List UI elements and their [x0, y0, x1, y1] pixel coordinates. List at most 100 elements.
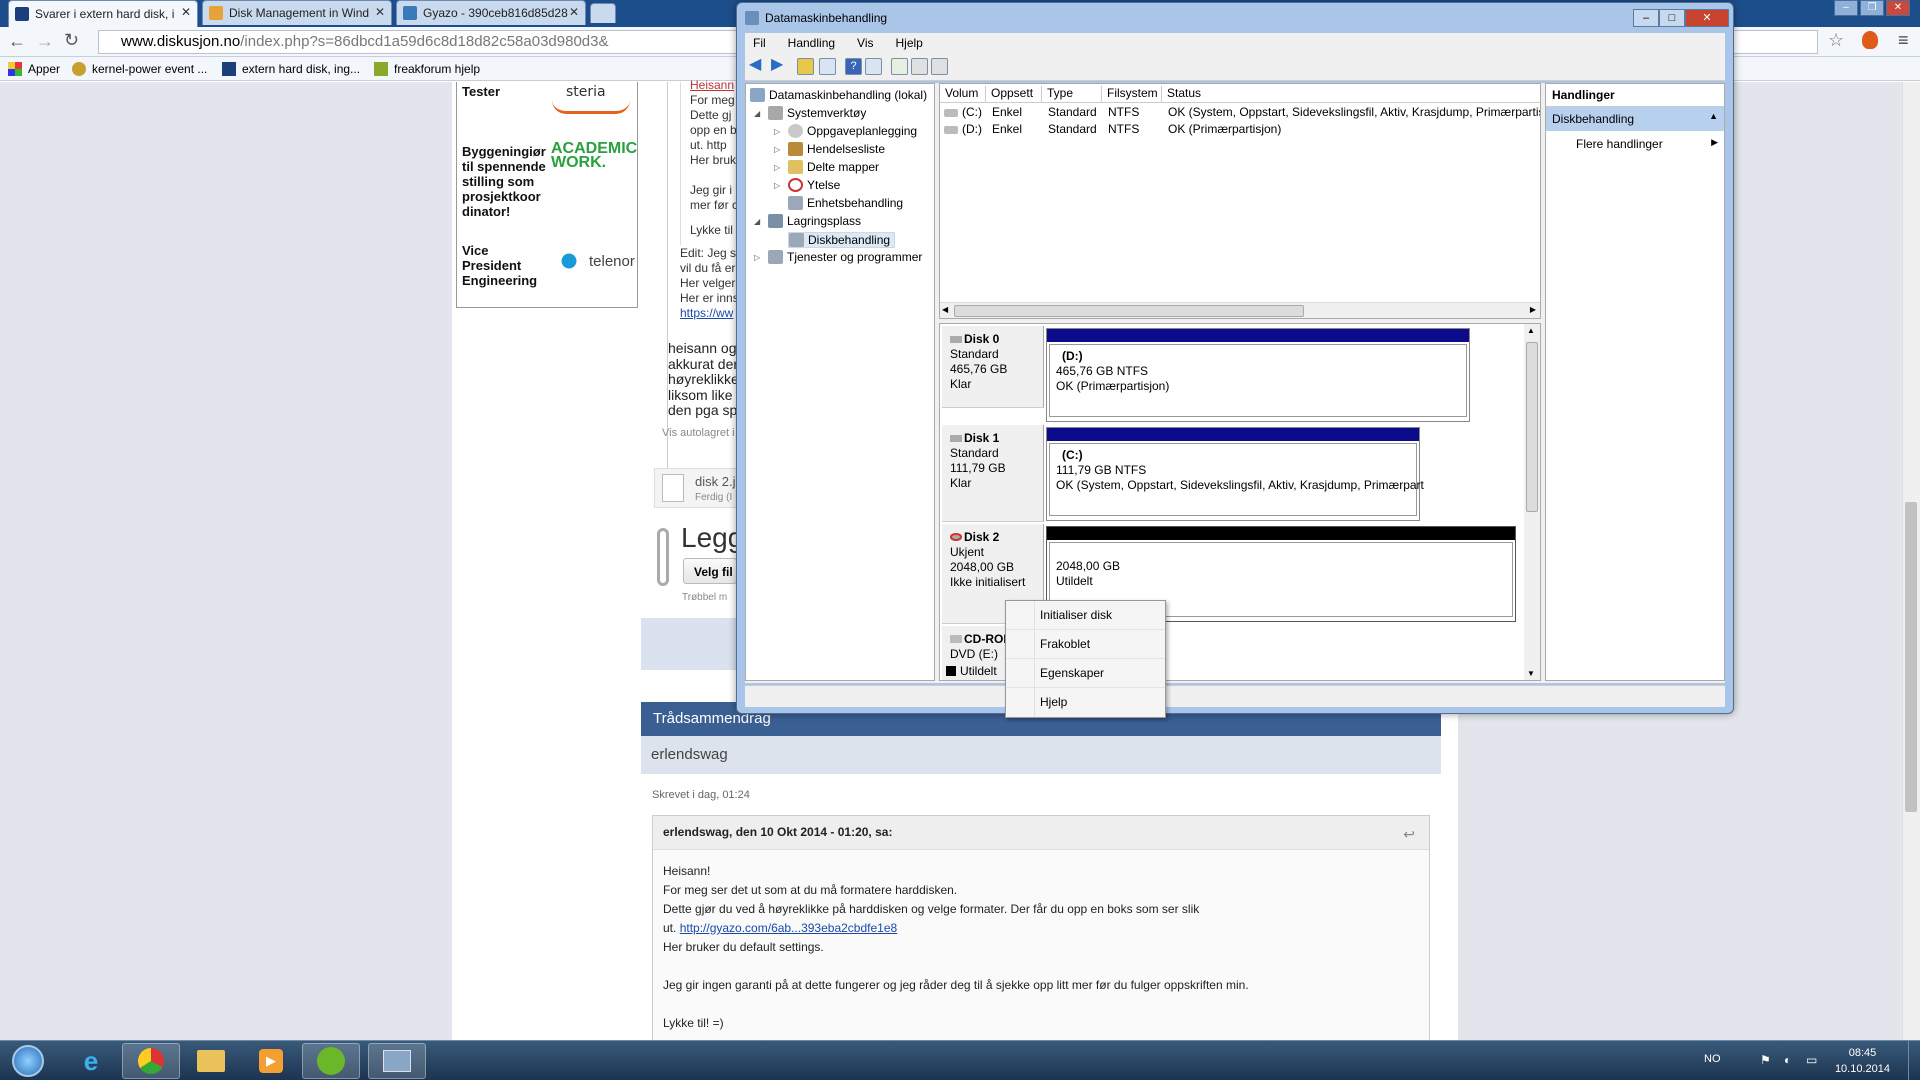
show-desktop-button[interactable]: [1908, 1041, 1920, 1080]
summary-username[interactable]: erlendswag: [641, 736, 1441, 774]
ad-text[interactable]: Byggeningiør til spennende stilling som …: [462, 144, 548, 219]
expand-arrow-icon[interactable]: ▷: [754, 253, 764, 262]
menu-offline[interactable]: Frakoblet: [1006, 630, 1165, 659]
tree-disk-management[interactable]: Diskbehandling: [788, 232, 896, 248]
menu-file[interactable]: Fil: [753, 33, 766, 53]
action-pane-icon[interactable]: [865, 58, 882, 75]
menu-initialize-disk[interactable]: Initialiser disk: [1006, 601, 1165, 630]
close-icon[interactable]: ✕: [375, 5, 385, 19]
bookmark-freakforum[interactable]: freakforum hjelp: [374, 62, 480, 76]
col-type[interactable]: Type: [1042, 86, 1102, 102]
steria-logo[interactable]: steria: [566, 84, 606, 100]
menu-view[interactable]: Vis: [857, 33, 873, 53]
volume-row[interactable]: (D:) Enkel Standard NTFS OK (Primærparti…: [940, 121, 1540, 138]
partition-d[interactable]: (D:) 465,76 GB NTFS OK (Primærpartisjon): [1046, 328, 1470, 422]
menu-help[interactable]: Hjelp: [896, 33, 923, 53]
tree-storage[interactable]: ◢ Lagringsplass: [754, 214, 861, 228]
bookmark-extern-hard-disk[interactable]: extern hard disk, ing...: [222, 62, 360, 76]
language-indicator[interactable]: NO: [1704, 1053, 1721, 1065]
ad-text[interactable]: Tester: [462, 84, 542, 99]
partition-c[interactable]: (C:) 111,79 GB NTFS OK (System, Oppstart…: [1046, 427, 1424, 521]
volume-list-hscrollbar[interactable]: ◀ ▶: [940, 302, 1540, 318]
disk-view-vscrollbar[interactable]: ▲ ▼: [1524, 324, 1540, 680]
back-arrow-icon[interactable]: ←: [8, 31, 26, 52]
forward-arrow-icon[interactable]: →: [36, 31, 54, 52]
reply-draft-text[interactable]: heisann og akkurat der høyreklikke likso…: [668, 340, 739, 419]
refresh-icon[interactable]: [891, 58, 908, 75]
reload-icon[interactable]: ↻: [64, 30, 79, 51]
maximize-button[interactable]: □: [1659, 9, 1685, 27]
forward-arrow-icon[interactable]: ▶: [771, 57, 788, 75]
scroll-left-icon[interactable]: ◀: [942, 305, 948, 314]
expand-arrow-icon[interactable]: ▷: [774, 181, 784, 190]
minimize-button[interactable]: –: [1834, 0, 1858, 16]
volume-muted-icon[interactable]: ◐: [1784, 1053, 1791, 1067]
autosave-link[interactable]: Vis autolagret i: [662, 427, 735, 439]
scroll-down-icon[interactable]: ▼: [1527, 669, 1535, 678]
hscroll-thumb[interactable]: [954, 305, 1304, 317]
actions-section[interactable]: Diskbehandling ▲: [1546, 107, 1724, 131]
col-layout[interactable]: Oppsett: [986, 86, 1042, 102]
maximize-button[interactable]: ❐: [1860, 0, 1884, 16]
disk-0-label[interactable]: Disk 0 Standard 465,76 GB Klar: [942, 326, 1044, 408]
back-arrow-icon[interactable]: ◀: [749, 57, 766, 75]
trouble-link[interactable]: Trøbbel m: [682, 592, 727, 603]
taskbar-computer-management[interactable]: [368, 1043, 426, 1079]
col-volume[interactable]: Volum: [940, 86, 986, 102]
tab-disk-management[interactable]: Disk Management in Wind ✕: [202, 0, 392, 25]
expand-arrow-icon[interactable]: ▷: [774, 127, 784, 136]
collapse-arrow-icon[interactable]: ◢: [754, 217, 764, 226]
expand-arrow-icon[interactable]: ▷: [774, 145, 784, 154]
close-icon[interactable]: ✕: [181, 5, 191, 19]
up-folder-icon[interactable]: [797, 58, 814, 75]
tab-gyazo[interactable]: Gyazo - 390ceb816d85d28 ✕: [396, 0, 586, 25]
network-icon[interactable]: ▭: [1806, 1053, 1817, 1067]
taskbar-chrome[interactable]: [122, 1043, 180, 1079]
taskbar-spotify[interactable]: [302, 1043, 360, 1079]
extension-flame-icon[interactable]: [1862, 31, 1878, 49]
menu-properties[interactable]: Egenskaper: [1006, 659, 1165, 688]
scroll-up-icon[interactable]: ▲: [1527, 326, 1535, 335]
close-icon[interactable]: ✕: [569, 5, 579, 19]
bookmark-star-icon[interactable]: ☆: [1828, 30, 1844, 51]
menu-icon[interactable]: ≡: [1898, 30, 1909, 51]
volume-row[interactable]: (C:) Enkel Standard NTFS OK (System, Opp…: [940, 104, 1540, 121]
fragment-line[interactable]: https://ww: [680, 306, 739, 321]
flag-icon[interactable]: ⚑: [1760, 1053, 1771, 1067]
tab-svarer[interactable]: Svarer i extern hard disk, i ✕: [8, 0, 198, 27]
taskbar-ie[interactable]: e: [62, 1043, 120, 1079]
properties-icon[interactable]: [911, 58, 928, 75]
more-actions[interactable]: Flere handlinger ▶: [1546, 131, 1724, 157]
page-scrollbar[interactable]: [1902, 82, 1920, 1040]
disk-1-label[interactable]: Disk 1 Standard 111,79 GB Klar: [942, 425, 1044, 522]
bookmark-apps[interactable]: Apper: [8, 62, 60, 76]
clock[interactable]: 08:45 10.10.2014: [1835, 1045, 1890, 1077]
tree-event-viewer[interactable]: ▷ Hendelsesliste: [774, 142, 885, 156]
close-button[interactable]: ✕: [1886, 0, 1910, 16]
close-button[interactable]: ✕: [1685, 9, 1729, 27]
bookmark-kernel-power[interactable]: kernel-power event ...: [72, 62, 207, 76]
tree-system-tools[interactable]: ◢ Systemverktøy: [754, 106, 866, 120]
reply-arrow-icon[interactable]: ↩: [1403, 826, 1415, 843]
start-button[interactable]: [4, 1043, 52, 1079]
menu-help[interactable]: Hjelp: [1006, 688, 1165, 717]
new-tab-button[interactable]: [590, 3, 616, 23]
tree-task-scheduler[interactable]: ▷ Oppgaveplanlegging: [774, 124, 917, 138]
academic-work-logo[interactable]: ACADEMIC WORK.: [551, 141, 637, 171]
scrollbar-thumb[interactable]: [1905, 502, 1917, 812]
taskbar-media-player[interactable]: ▶: [242, 1043, 300, 1079]
vscroll-thumb[interactable]: [1526, 342, 1538, 512]
tree-device-manager[interactable]: Enhetsbehandling: [788, 196, 903, 210]
collapse-arrow-icon[interactable]: ◢: [754, 109, 764, 118]
choose-file-button[interactable]: Velg fil: [683, 558, 737, 584]
ad-text[interactable]: Vice President Engineering: [462, 243, 548, 288]
col-status[interactable]: Status: [1162, 86, 1540, 102]
tree-shared-folders[interactable]: ▷ Delte mapper: [774, 160, 879, 174]
minimize-button[interactable]: –: [1633, 9, 1659, 27]
menu-action[interactable]: Handling: [788, 33, 835, 53]
show-hide-tree-icon[interactable]: [819, 58, 836, 75]
scroll-right-icon[interactable]: ▶: [1530, 305, 1536, 314]
col-filesystem[interactable]: Filsystem: [1102, 86, 1162, 102]
disk-settings-icon[interactable]: [931, 58, 948, 75]
tree-performance[interactable]: ▷ Ytelse: [774, 178, 840, 192]
